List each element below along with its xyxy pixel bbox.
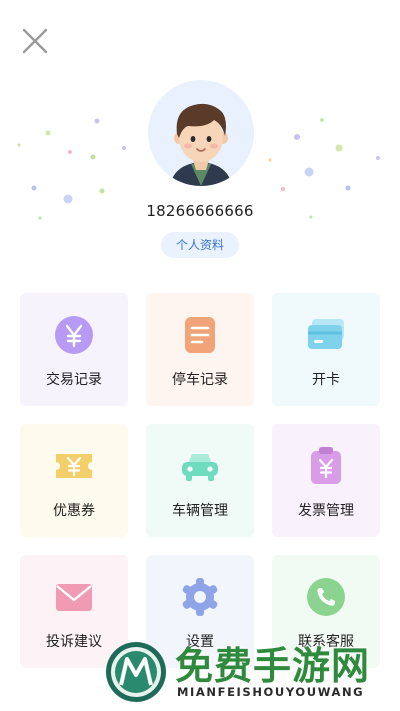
site-watermark: 免费手游网 MIANFEISHOUYOUWANG bbox=[103, 637, 400, 711]
close-icon bbox=[22, 28, 48, 54]
invoice-icon bbox=[311, 447, 341, 484]
card-icon bbox=[308, 319, 344, 349]
menu-item-label: 优惠券 bbox=[53, 503, 95, 519]
watermark-logo bbox=[106, 642, 166, 702]
mail-icon bbox=[56, 584, 92, 611]
menu-item-invoice-management[interactable]: 发票管理 bbox=[272, 424, 380, 537]
menu-grid: 交易记录 停车记录 开卡 优惠券 车辆管理 发票管理 投诉建议 设置 联系客服 bbox=[20, 293, 380, 673]
menu-item-parking-records[interactable]: 停车记录 bbox=[146, 293, 254, 406]
gear-icon bbox=[182, 578, 218, 616]
menu-item-label: 交易记录 bbox=[46, 372, 102, 388]
watermark-subtitle: MIANFEISHOUYOUWANG bbox=[177, 685, 365, 699]
avatar-illustration bbox=[170, 103, 232, 186]
coupon-icon bbox=[56, 454, 92, 478]
car-icon bbox=[182, 454, 218, 481]
menu-item-label: 车辆管理 bbox=[172, 503, 228, 519]
menu-item-label: 停车记录 bbox=[172, 372, 228, 388]
watermark-title: 免费手游网 bbox=[175, 644, 371, 688]
menu-item-open-card[interactable]: 开卡 bbox=[272, 293, 380, 406]
menu-item-coupons[interactable]: 优惠券 bbox=[20, 424, 128, 537]
avatar[interactable] bbox=[148, 80, 254, 186]
phone-icon bbox=[307, 578, 345, 616]
menu-item-vehicle-management[interactable]: 车辆管理 bbox=[146, 424, 254, 537]
profile-button[interactable]: 个人资料 bbox=[161, 232, 239, 258]
document-icon bbox=[185, 317, 215, 353]
yen-circle-icon bbox=[55, 316, 93, 354]
menu-item-transactions[interactable]: 交易记录 bbox=[20, 293, 128, 406]
menu-item-label: 发票管理 bbox=[298, 503, 354, 519]
menu-item-label: 开卡 bbox=[312, 372, 340, 388]
close-button[interactable] bbox=[20, 26, 50, 56]
user-phone: 18266666666 bbox=[146, 202, 254, 220]
